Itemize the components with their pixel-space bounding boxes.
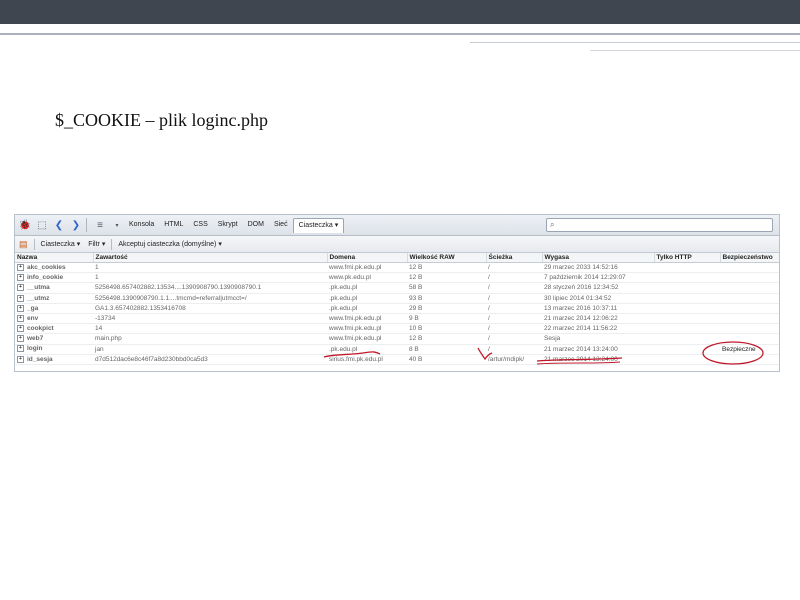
circle-secure-annotation — [702, 341, 764, 365]
underline-expires-annotation — [536, 357, 623, 362]
underline-path-annotation — [477, 347, 493, 361]
underline-domain-annotation — [323, 351, 381, 358]
red-annotations — [323, 341, 764, 365]
underline-expires-annotation — [536, 361, 621, 365]
